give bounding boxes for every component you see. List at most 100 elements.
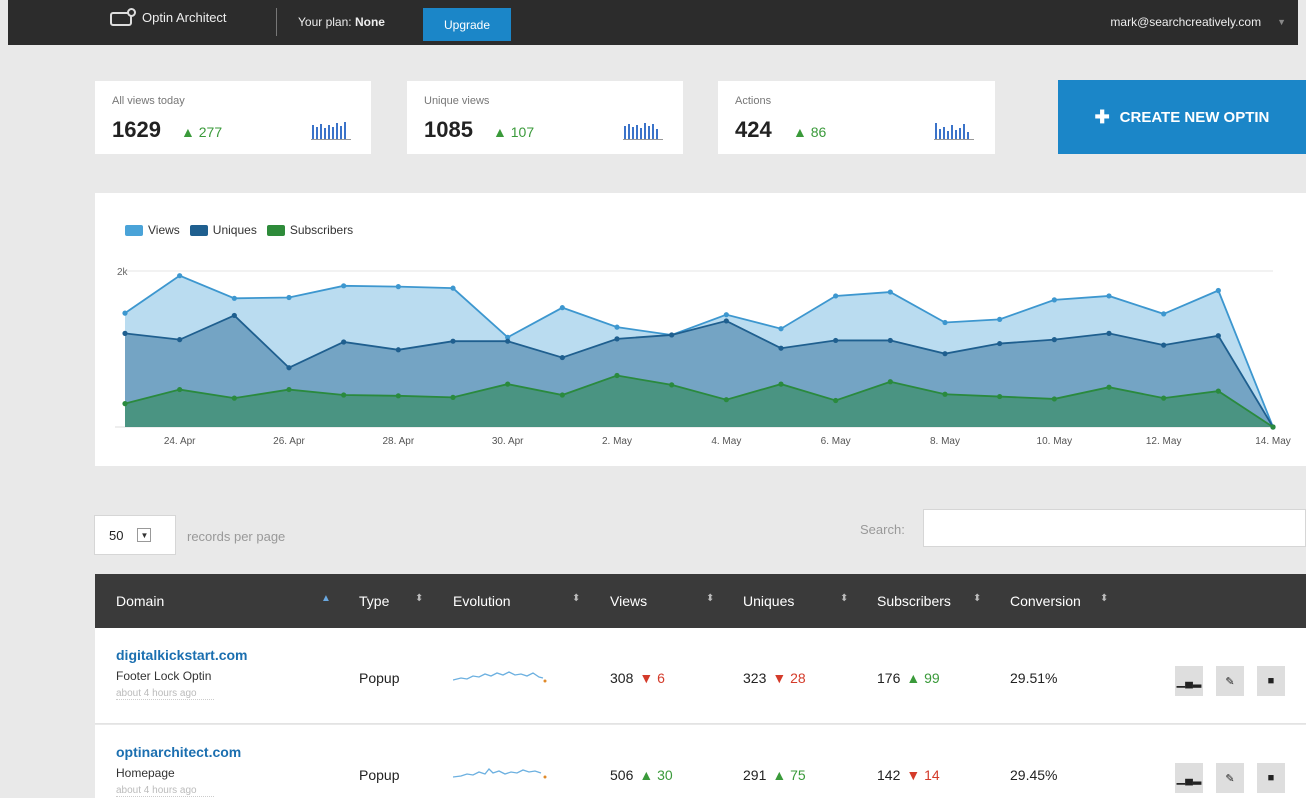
- delta-value: 99: [924, 670, 940, 686]
- data-point: [723, 397, 729, 403]
- stat-delta: ▲ 86: [793, 124, 827, 140]
- data-point: [723, 312, 729, 318]
- data-point: [559, 354, 565, 361]
- column-header-domain[interactable]: Domain: [116, 593, 164, 609]
- data-point: [778, 326, 784, 332]
- search-label: Search:: [860, 522, 905, 537]
- stat-card-actions: Actions 424 ▲ 86: [718, 81, 995, 154]
- delta-value: 6: [657, 670, 665, 686]
- views-value: 308: [610, 670, 634, 686]
- views-value: 506: [610, 767, 634, 783]
- pencil-icon: ✎: [1225, 772, 1235, 785]
- plan-value: None: [354, 15, 385, 29]
- legend-swatch: [125, 224, 143, 236]
- plan-info: Your plan: None: [298, 15, 385, 29]
- sort-icon[interactable]: ⬍: [706, 593, 714, 604]
- bar-chart-icon[interactable]: [311, 119, 351, 141]
- stats-button[interactable]: ▁▄▂: [1175, 666, 1203, 696]
- data-point: [723, 318, 729, 324]
- uniques-cell: 323 ▼ 28: [743, 670, 806, 686]
- data-point: [1270, 424, 1276, 430]
- sort-icon[interactable]: ⬍: [840, 593, 848, 604]
- edit-button[interactable]: ✎: [1216, 666, 1244, 696]
- data-point: [669, 332, 675, 338]
- delta-up: ▲ 99: [906, 670, 940, 686]
- sort-icon[interactable]: ⬍: [973, 593, 981, 604]
- account-menu[interactable]: mark@searchcreatively.com ▼: [1110, 15, 1286, 29]
- sort-icon[interactable]: ⬍: [415, 593, 423, 604]
- data-point: [833, 293, 839, 299]
- uniques-value: 291: [743, 767, 767, 783]
- stat-value: 424: [735, 117, 772, 142]
- data-point: [122, 310, 128, 316]
- data-point: [1051, 396, 1057, 402]
- subscribers-value: 176: [877, 670, 901, 686]
- data-point: [887, 379, 893, 385]
- data-point: [997, 393, 1003, 400]
- subscribers-cell: 142 ▼ 14: [877, 767, 940, 783]
- evolution-sparkline: [453, 768, 547, 779]
- chevron-down-icon[interactable]: ▼: [137, 528, 152, 542]
- table-row: digitalkickstart.com Footer Lock Optin a…: [95, 628, 1306, 724]
- delta-value: 30: [657, 767, 673, 783]
- stat-card-unique-views: Unique views 1085 ▲ 107: [407, 81, 683, 154]
- stat-value: 1085: [424, 117, 473, 142]
- sort-icon[interactable]: ⬍: [572, 593, 580, 604]
- sort-asc-icon[interactable]: ▲: [321, 593, 331, 604]
- data-point: [505, 338, 511, 344]
- delta-down: ▼ 6: [639, 670, 665, 686]
- data-point: [1106, 293, 1112, 299]
- x-tick-label: 24. Apr: [164, 436, 196, 447]
- column-header-uniques[interactable]: Uniques: [743, 593, 794, 609]
- upgrade-button[interactable]: Upgrade: [423, 8, 511, 41]
- data-point: [559, 305, 565, 311]
- column-header-type[interactable]: Type: [359, 593, 389, 609]
- bar-chart-icon[interactable]: [934, 119, 974, 141]
- data-point: [450, 285, 456, 291]
- stat-delta: ▲ 107: [493, 124, 535, 140]
- data-point: [1161, 311, 1167, 317]
- data-point: [341, 392, 347, 398]
- data-point: [395, 284, 401, 290]
- column-header-subscribers[interactable]: Subscribers: [877, 593, 951, 609]
- data-point: [177, 337, 183, 343]
- stat-delta-value: 107: [510, 124, 535, 140]
- delta-up: ▲ 30: [639, 767, 673, 783]
- data-point: [997, 316, 1003, 322]
- bar-chart-icon: ▁▄▂: [1176, 772, 1202, 785]
- legend-label: Uniques: [212, 223, 257, 237]
- legend-item-uniques[interactable]: Uniques: [189, 223, 257, 237]
- x-tick-label: 28. Apr: [382, 436, 414, 447]
- column-header-views[interactable]: Views: [610, 593, 647, 609]
- data-point: [341, 339, 347, 345]
- data-point: [833, 397, 839, 404]
- legend-item-subscribers[interactable]: Subscribers: [266, 223, 353, 237]
- x-tick-label: 26. Apr: [273, 436, 305, 447]
- data-point: [614, 372, 620, 379]
- bar-chart-icon[interactable]: [623, 119, 663, 141]
- x-tick-label: 30. Apr: [492, 436, 524, 447]
- per-page-select[interactable]: 50 ▼: [94, 515, 176, 555]
- data-point: [341, 283, 347, 289]
- per-page-value: 50: [109, 527, 124, 543]
- domain-link[interactable]: optinarchitect.com: [116, 744, 241, 760]
- domain-link[interactable]: digitalkickstart.com: [116, 647, 248, 663]
- data-point: [669, 382, 675, 388]
- x-tick-label: 2. May: [602, 436, 632, 447]
- edit-button[interactable]: ✎: [1216, 763, 1244, 793]
- views-cell: 308 ▼ 6: [610, 670, 665, 686]
- stats-button[interactable]: ▁▄▂: [1175, 763, 1203, 793]
- column-header-conversion[interactable]: Conversion: [1010, 593, 1081, 609]
- legend-item-views[interactable]: Views: [125, 223, 180, 237]
- search-input[interactable]: [923, 509, 1306, 547]
- create-new-optin-button[interactable]: ✚ CREATE NEW OPTIN: [1058, 80, 1306, 154]
- subscribers-cell: 176 ▲ 99: [877, 670, 940, 686]
- app-logo[interactable]: Optin Architect: [110, 8, 227, 26]
- delete-button[interactable]: ■: [1257, 666, 1285, 696]
- data-point: [1215, 333, 1221, 339]
- sort-icon[interactable]: ⬍: [1100, 593, 1108, 604]
- data-point: [395, 347, 401, 353]
- data-point: [286, 294, 292, 301]
- delete-button[interactable]: ■: [1257, 763, 1285, 793]
- column-header-evolution[interactable]: Evolution: [453, 593, 511, 609]
